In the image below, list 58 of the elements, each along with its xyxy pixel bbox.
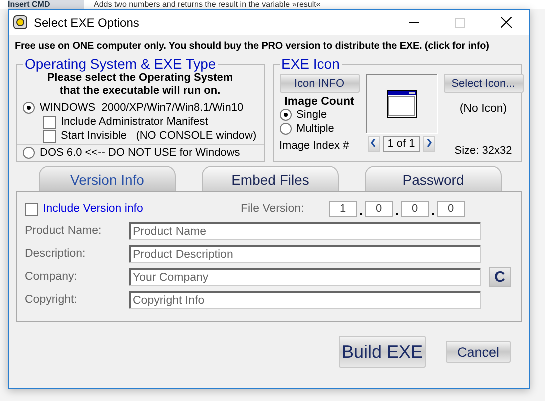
version-field[interactable]: 0 <box>365 201 393 217</box>
tab[interactable]: Embed Files <box>202 166 339 192</box>
radio-label: Multiple <box>296 123 334 135</box>
previous-button[interactable] <box>368 136 380 152</box>
radio-button[interactable] <box>280 109 292 121</box>
side-button[interactable]: C <box>489 267 511 287</box>
icon-name: (No Icon) <box>460 103 508 115</box>
input-field[interactable]: Product Name <box>129 222 481 240</box>
cancel-button[interactable]: Cancel <box>446 341 511 363</box>
group-title: EXE Icon <box>280 56 341 72</box>
window-title: Select EXE Options <box>34 16 140 30</box>
field-label: Product Name: <box>25 225 103 237</box>
icon-info-button[interactable]: Icon INFO <box>280 74 360 93</box>
checkbox[interactable] <box>43 130 56 142</box>
checkbox-label: Start Invisible (NO CONSOLE window) <box>61 130 257 142</box>
group-title: Operating System & EXE Type <box>24 56 218 72</box>
radio-label: DOS 6.0 <<-- DO NOT USE for Windows <box>40 147 240 159</box>
radio-button[interactable] <box>280 123 292 135</box>
image-count-label: Image Count <box>284 96 354 108</box>
window-icon <box>386 90 416 118</box>
tab[interactable]: Version Info <box>39 166 176 192</box>
version-field[interactable]: 1 <box>329 201 357 217</box>
maximize-icon <box>455 18 465 28</box>
input-field[interactable]: Your Company <box>129 268 481 286</box>
icon-size: Size: 32x32 <box>454 145 512 157</box>
license-notice-link[interactable]: Free use on ONE computer only. You should buy the PRO version to distribute the EXE. (click for info) <box>9 35 529 52</box>
image-index-label: Image Index # <box>280 140 350 152</box>
checkbox[interactable] <box>43 116 56 128</box>
input-field[interactable]: Copyright Info <box>129 291 481 309</box>
field-label: Copyright: <box>25 294 78 306</box>
close-icon <box>500 17 512 28</box>
dot-separator <box>432 213 434 215</box>
input-field[interactable]: Product Description <box>129 245 481 263</box>
checkbox-label: Include Version info <box>43 203 144 215</box>
select-icon-button[interactable]: Select Icon... <box>444 74 524 93</box>
chevron-left-icon <box>371 138 376 146</box>
tab[interactable]: Password <box>365 166 502 192</box>
radio-label: WINDOWS 2000/XP/Win7/Win8.1/Win10 <box>40 102 244 114</box>
radio-label: Single <box>296 109 328 121</box>
file-version-label: File Version: <box>241 203 306 215</box>
os-prompt: Please select the Operating System that the executable will run on. <box>46 72 234 98</box>
insert-cmd-button[interactable]: Insert CMD <box>8 0 84 9</box>
dot-separator <box>396 213 398 215</box>
dot-separator <box>360 213 362 215</box>
chevron-right-icon <box>426 138 432 146</box>
image-index: 1 of 1 <box>382 136 420 152</box>
version-field[interactable]: 0 <box>401 201 429 217</box>
field-label: Description: <box>25 248 87 260</box>
version-field[interactable]: 0 <box>437 201 465 217</box>
next-button[interactable] <box>423 136 436 152</box>
checkbox-label: Include Administrator Manifest <box>61 116 208 128</box>
command-description: Adds two numbers and returns the result in the variable »result« <box>94 0 321 9</box>
field-label: Company: <box>25 271 78 283</box>
build-button[interactable]: Build EXE <box>339 336 426 368</box>
checkbox[interactable] <box>25 202 38 216</box>
radio-button[interactable] <box>23 147 35 159</box>
app-icon <box>13 15 28 30</box>
radio-button[interactable] <box>23 102 35 114</box>
